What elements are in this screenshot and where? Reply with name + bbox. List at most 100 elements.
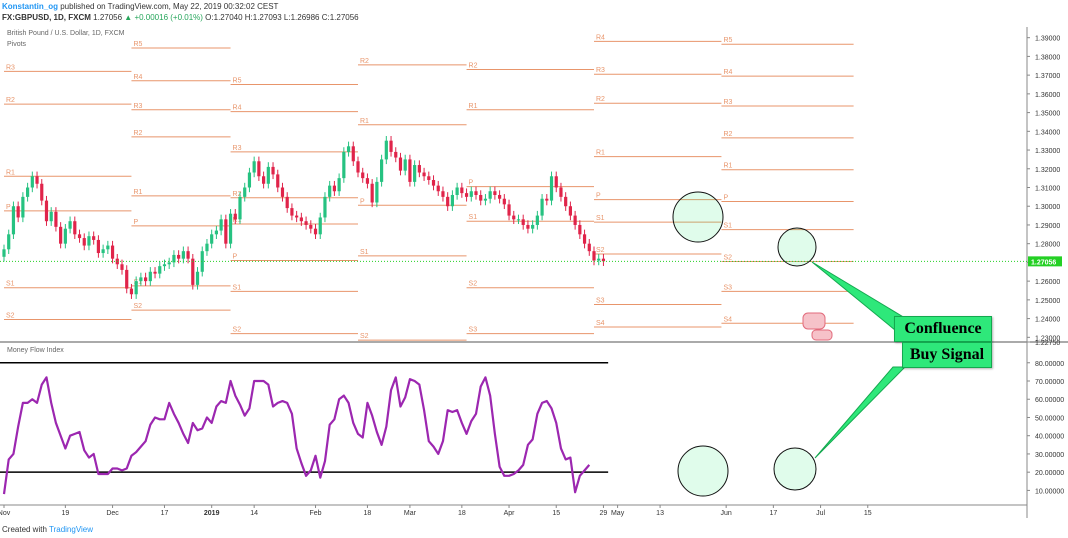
mfi-label: Money Flow Index [7, 347, 64, 354]
pivot-label: R4 [723, 69, 732, 76]
time-tick-label: 2019 [204, 510, 220, 517]
candle-body [441, 191, 445, 197]
candle-body [257, 161, 261, 177]
candle-body [16, 206, 20, 218]
candle-body [408, 159, 412, 182]
candle-body [247, 172, 252, 188]
pivot-label: R1 [6, 169, 15, 176]
candle-body [177, 254, 181, 259]
candle-body [389, 140, 393, 152]
candle-body [219, 219, 223, 231]
time-tick-label: 15 [864, 510, 872, 517]
pivot-label: S2 [6, 313, 15, 320]
candle-body [531, 224, 535, 229]
candle-body [578, 224, 582, 235]
price-tick-label: 1.38000 [1035, 54, 1060, 61]
annotation-circle [672, 191, 724, 243]
pivot-label: R1 [596, 150, 605, 157]
candle-body [398, 157, 403, 171]
mfi-tick-label: 80.00000 [1035, 361, 1064, 368]
time-tick-label: Nov [0, 510, 11, 517]
candle-body [483, 198, 488, 201]
candle-body [35, 176, 39, 184]
chart-canvas[interactable]: 1.39000 1.38000 1.37000 1.36000 1.35000 1.340… [0, 0, 1068, 538]
candle-body [597, 258, 601, 261]
candle-body [422, 172, 426, 177]
pivot-label: S1 [723, 223, 732, 230]
candle-body [87, 236, 91, 246]
callout-buy-signal: Buy Signal [902, 342, 992, 368]
pivot-label: S4 [596, 320, 605, 327]
price-tick-label: 1.33000 [1035, 148, 1060, 155]
time-tick-label: May [611, 510, 625, 517]
price-tick-label: 1.31000 [1035, 186, 1060, 193]
author-name[interactable]: Konstantin_og [2, 2, 58, 11]
price-tick-label: 1.26000 [1035, 279, 1060, 286]
candle-body [82, 238, 86, 246]
candle-body [181, 251, 185, 259]
candle-body [328, 185, 332, 197]
price-tick-label: 1.36000 [1035, 92, 1060, 99]
candle-body [370, 183, 374, 203]
pivot-label: S1 [233, 284, 242, 291]
candle-body [96, 239, 100, 254]
candle-body [346, 146, 351, 152]
candle-body [191, 258, 195, 285]
candle-body [427, 176, 431, 181]
pivot-label: R3 [723, 99, 732, 106]
candle-body [59, 226, 63, 244]
candle-body [7, 234, 11, 250]
pivot-label: R1 [723, 163, 732, 170]
pivot-label: R3 [596, 67, 605, 74]
footer: Created with TradingView [2, 525, 93, 534]
candle-body [323, 196, 327, 218]
candle-body [332, 185, 336, 192]
candle-body [464, 193, 469, 197]
publish-text: published on TradingView.com, May 22, 20… [60, 2, 279, 11]
candle-body [540, 198, 544, 216]
candle-body [148, 271, 152, 282]
candle-body [413, 165, 417, 182]
candle-body [431, 180, 436, 186]
pivot-label: P [6, 204, 11, 211]
candle-body [77, 234, 82, 239]
candle-body [73, 221, 77, 235]
event-badge-icon [802, 312, 826, 330]
footer-prefix: Created with [2, 525, 47, 534]
callout-pointer-lower [814, 366, 907, 459]
callout-confluence: Confluence [894, 316, 992, 342]
candle-body [129, 288, 134, 295]
price-tick-label: 1.24000 [1035, 317, 1060, 324]
tradingview-logo[interactable]: TradingView [49, 525, 93, 534]
mfi-tick-label: 70.00000 [1035, 379, 1064, 386]
candle-body [40, 183, 44, 201]
time-tick-label: 18 [458, 510, 466, 517]
pivot-label: R1 [133, 189, 142, 196]
candle-body [153, 271, 157, 274]
candle-body [233, 213, 237, 220]
ohlc-values: O:1.27040 H:1.27093 L:1.26986 C:1.27056 [205, 13, 359, 22]
pivot-label: S1 [6, 281, 15, 288]
candle-body [195, 271, 200, 285]
candle-body [243, 187, 247, 197]
symbol-title: British Pound / U.S. Dollar, 1D, FXCM [7, 30, 125, 37]
ticker-label: FX:GBPUSD, 1D, FXCM [2, 13, 91, 22]
candle-body [92, 236, 96, 240]
price-tick-label: 1.29000 [1035, 223, 1060, 230]
annotation-circle [773, 447, 817, 491]
pivot-label: S1 [596, 215, 605, 222]
price-tick-label: 1.34000 [1035, 129, 1060, 136]
candle-body [158, 266, 162, 274]
price-tick-label: 1.30000 [1035, 204, 1060, 211]
candle-body [139, 277, 143, 282]
candle-body [144, 277, 148, 282]
price-tick-label: 1.28000 [1035, 242, 1060, 249]
candle-body [101, 249, 105, 254]
pivot-label: R5 [723, 37, 732, 44]
candle-body [30, 176, 34, 188]
event-badge-icon [811, 329, 833, 341]
pivot-label: R3 [133, 103, 142, 110]
candle-body [564, 196, 568, 207]
pivot-label: R1 [469, 103, 478, 110]
candle-body [106, 245, 110, 250]
